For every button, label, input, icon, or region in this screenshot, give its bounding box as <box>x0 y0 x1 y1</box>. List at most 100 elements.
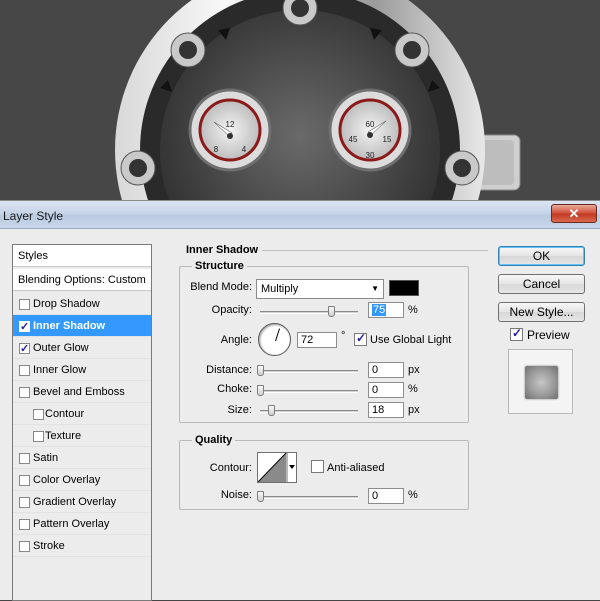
left-gauge-12: 12 <box>226 120 235 129</box>
section-divider <box>262 250 488 251</box>
size-input[interactable]: 18 <box>368 402 404 418</box>
style-item[interactable]: Gradient Overlay <box>13 491 151 513</box>
contour-curve-icon <box>257 452 295 483</box>
noise-slider[interactable] <box>260 496 358 499</box>
opacity-input[interactable]: 75 <box>368 302 404 318</box>
angle-dial-hand <box>275 328 280 342</box>
left-gauge-4: 4 <box>242 145 247 154</box>
style-item-label: Texture <box>45 430 82 442</box>
style-item-label: Outer Glow <box>33 342 89 354</box>
style-item[interactable]: Contour <box>13 403 151 425</box>
opacity-label: Opacity: <box>211 304 252 316</box>
blend-mode-value: Multiply <box>261 283 299 295</box>
ok-button[interactable]: OK <box>498 246 585 266</box>
style-item[interactable]: Stroke <box>13 535 151 557</box>
size-slider-thumb[interactable] <box>268 405 275 416</box>
cancel-button[interactable]: Cancel <box>498 274 585 294</box>
style-item-label: Gradient Overlay <box>33 496 117 508</box>
dialog-titlebar[interactable]: Layer Style ✕ <box>0 201 600 229</box>
left-gauge-8: 8 <box>214 145 219 154</box>
blend-mode-label: Blend Mode: <box>190 281 252 293</box>
style-item-checkbox[interactable] <box>19 316 30 338</box>
style-item-checkbox[interactable] <box>19 497 30 508</box>
style-item-checkbox[interactable] <box>19 541 30 552</box>
style-item-checkbox[interactable] <box>33 431 44 442</box>
style-item-label: Drop Shadow <box>33 298 100 310</box>
size-unit: px <box>408 404 420 416</box>
quality-title: Quality <box>192 434 236 446</box>
style-item-checkbox[interactable] <box>33 409 44 420</box>
preview-label: Preview <box>527 328 570 342</box>
close-button[interactable]: ✕ <box>551 204 597 223</box>
document-canvas: 12 8 4 60 45 15 30 <box>0 0 600 200</box>
distance-label: Distance: <box>206 364 252 376</box>
opacity-slider[interactable] <box>260 311 358 314</box>
use-global-light-label: Use Global Light <box>370 334 452 346</box>
style-item-label: Pattern Overlay <box>33 518 110 530</box>
noise-input[interactable]: 0 <box>368 488 404 504</box>
style-item[interactable]: Color Overlay <box>13 469 151 491</box>
right-gauge-30: 30 <box>366 151 375 160</box>
style-item[interactable]: Outer Glow <box>13 337 151 360</box>
distance-unit: px <box>408 364 420 376</box>
distance-slider[interactable] <box>260 370 358 373</box>
preview-box <box>508 349 573 414</box>
style-item[interactable]: Drop Shadow <box>13 293 151 315</box>
gauge-artwork: 12 8 4 60 45 15 30 <box>115 0 521 200</box>
blending-options-item[interactable]: Blending Options: Custom <box>13 269 151 291</box>
style-item-checkbox[interactable] <box>19 519 30 530</box>
style-item[interactable]: Bevel and Emboss <box>13 381 151 403</box>
right-gauge-60: 60 <box>366 120 375 129</box>
style-item-checkbox[interactable] <box>19 365 30 376</box>
choke-slider-thumb[interactable] <box>257 385 264 396</box>
style-item-checkbox[interactable] <box>19 338 30 360</box>
noise-slider-thumb[interactable] <box>257 491 264 502</box>
preview-swatch <box>525 366 558 399</box>
contour-picker[interactable] <box>257 452 297 483</box>
dialog-title: Layer Style <box>3 209 64 223</box>
opacity-slider-thumb[interactable] <box>327 306 335 317</box>
style-item-checkbox[interactable] <box>19 299 30 310</box>
new-style-button[interactable]: New Style... <box>498 302 585 322</box>
style-item-label: Satin <box>33 452 59 464</box>
style-item-checkbox[interactable] <box>19 453 30 464</box>
use-global-light-checkbox[interactable] <box>354 331 367 346</box>
shadow-color-swatch[interactable] <box>389 280 419 296</box>
style-item-checkbox[interactable] <box>19 475 30 486</box>
style-item-label: Stroke <box>33 540 65 552</box>
anti-aliased-label: Anti-aliased <box>327 462 385 474</box>
style-item[interactable]: Inner Shadow <box>13 315 151 338</box>
style-item-label: Color Overlay <box>33 474 101 486</box>
choke-unit: % <box>408 383 418 395</box>
angle-input[interactable]: 72 <box>297 332 337 348</box>
preview-checkbox[interactable] <box>510 326 523 341</box>
angle-dial[interactable] <box>258 323 291 356</box>
right-gauge-15: 15 <box>383 135 392 144</box>
layer-style-dialog: Layer Style ✕ Styles Blending Options: C… <box>0 200 600 601</box>
noise-label: Noise: <box>220 489 252 501</box>
choke-label: Choke: <box>217 383 252 395</box>
style-item-label: Bevel and Emboss <box>33 386 125 398</box>
choke-input[interactable]: 0 <box>368 382 404 398</box>
style-item-label: Contour <box>45 408 85 420</box>
styles-header[interactable]: Styles <box>13 245 151 267</box>
distance-input[interactable]: 0 <box>368 362 404 378</box>
style-item-checkbox[interactable] <box>19 387 30 398</box>
section-title: Inner Shadow <box>186 244 259 256</box>
style-item-label: Inner Glow <box>33 364 87 376</box>
style-item[interactable]: Texture <box>13 425 151 447</box>
style-item-label: Inner Shadow <box>33 320 106 332</box>
anti-aliased-checkbox[interactable] <box>311 460 324 473</box>
right-gauge-45: 45 <box>349 135 358 144</box>
noise-unit: % <box>408 489 418 501</box>
choke-slider[interactable] <box>260 390 358 393</box>
size-label: Size: <box>227 404 252 416</box>
blend-mode-select[interactable]: Multiply ▼ <box>256 279 384 299</box>
style-item[interactable]: Pattern Overlay <box>13 513 151 535</box>
angle-unit: ° <box>341 330 346 342</box>
styles-list: Styles Blending Options: Custom Drop Sha… <box>12 244 152 601</box>
style-item[interactable]: Satin <box>13 447 151 469</box>
distance-slider-thumb[interactable] <box>257 365 264 376</box>
style-item[interactable]: Inner Glow <box>13 359 151 381</box>
structure-title: Structure <box>192 260 247 272</box>
